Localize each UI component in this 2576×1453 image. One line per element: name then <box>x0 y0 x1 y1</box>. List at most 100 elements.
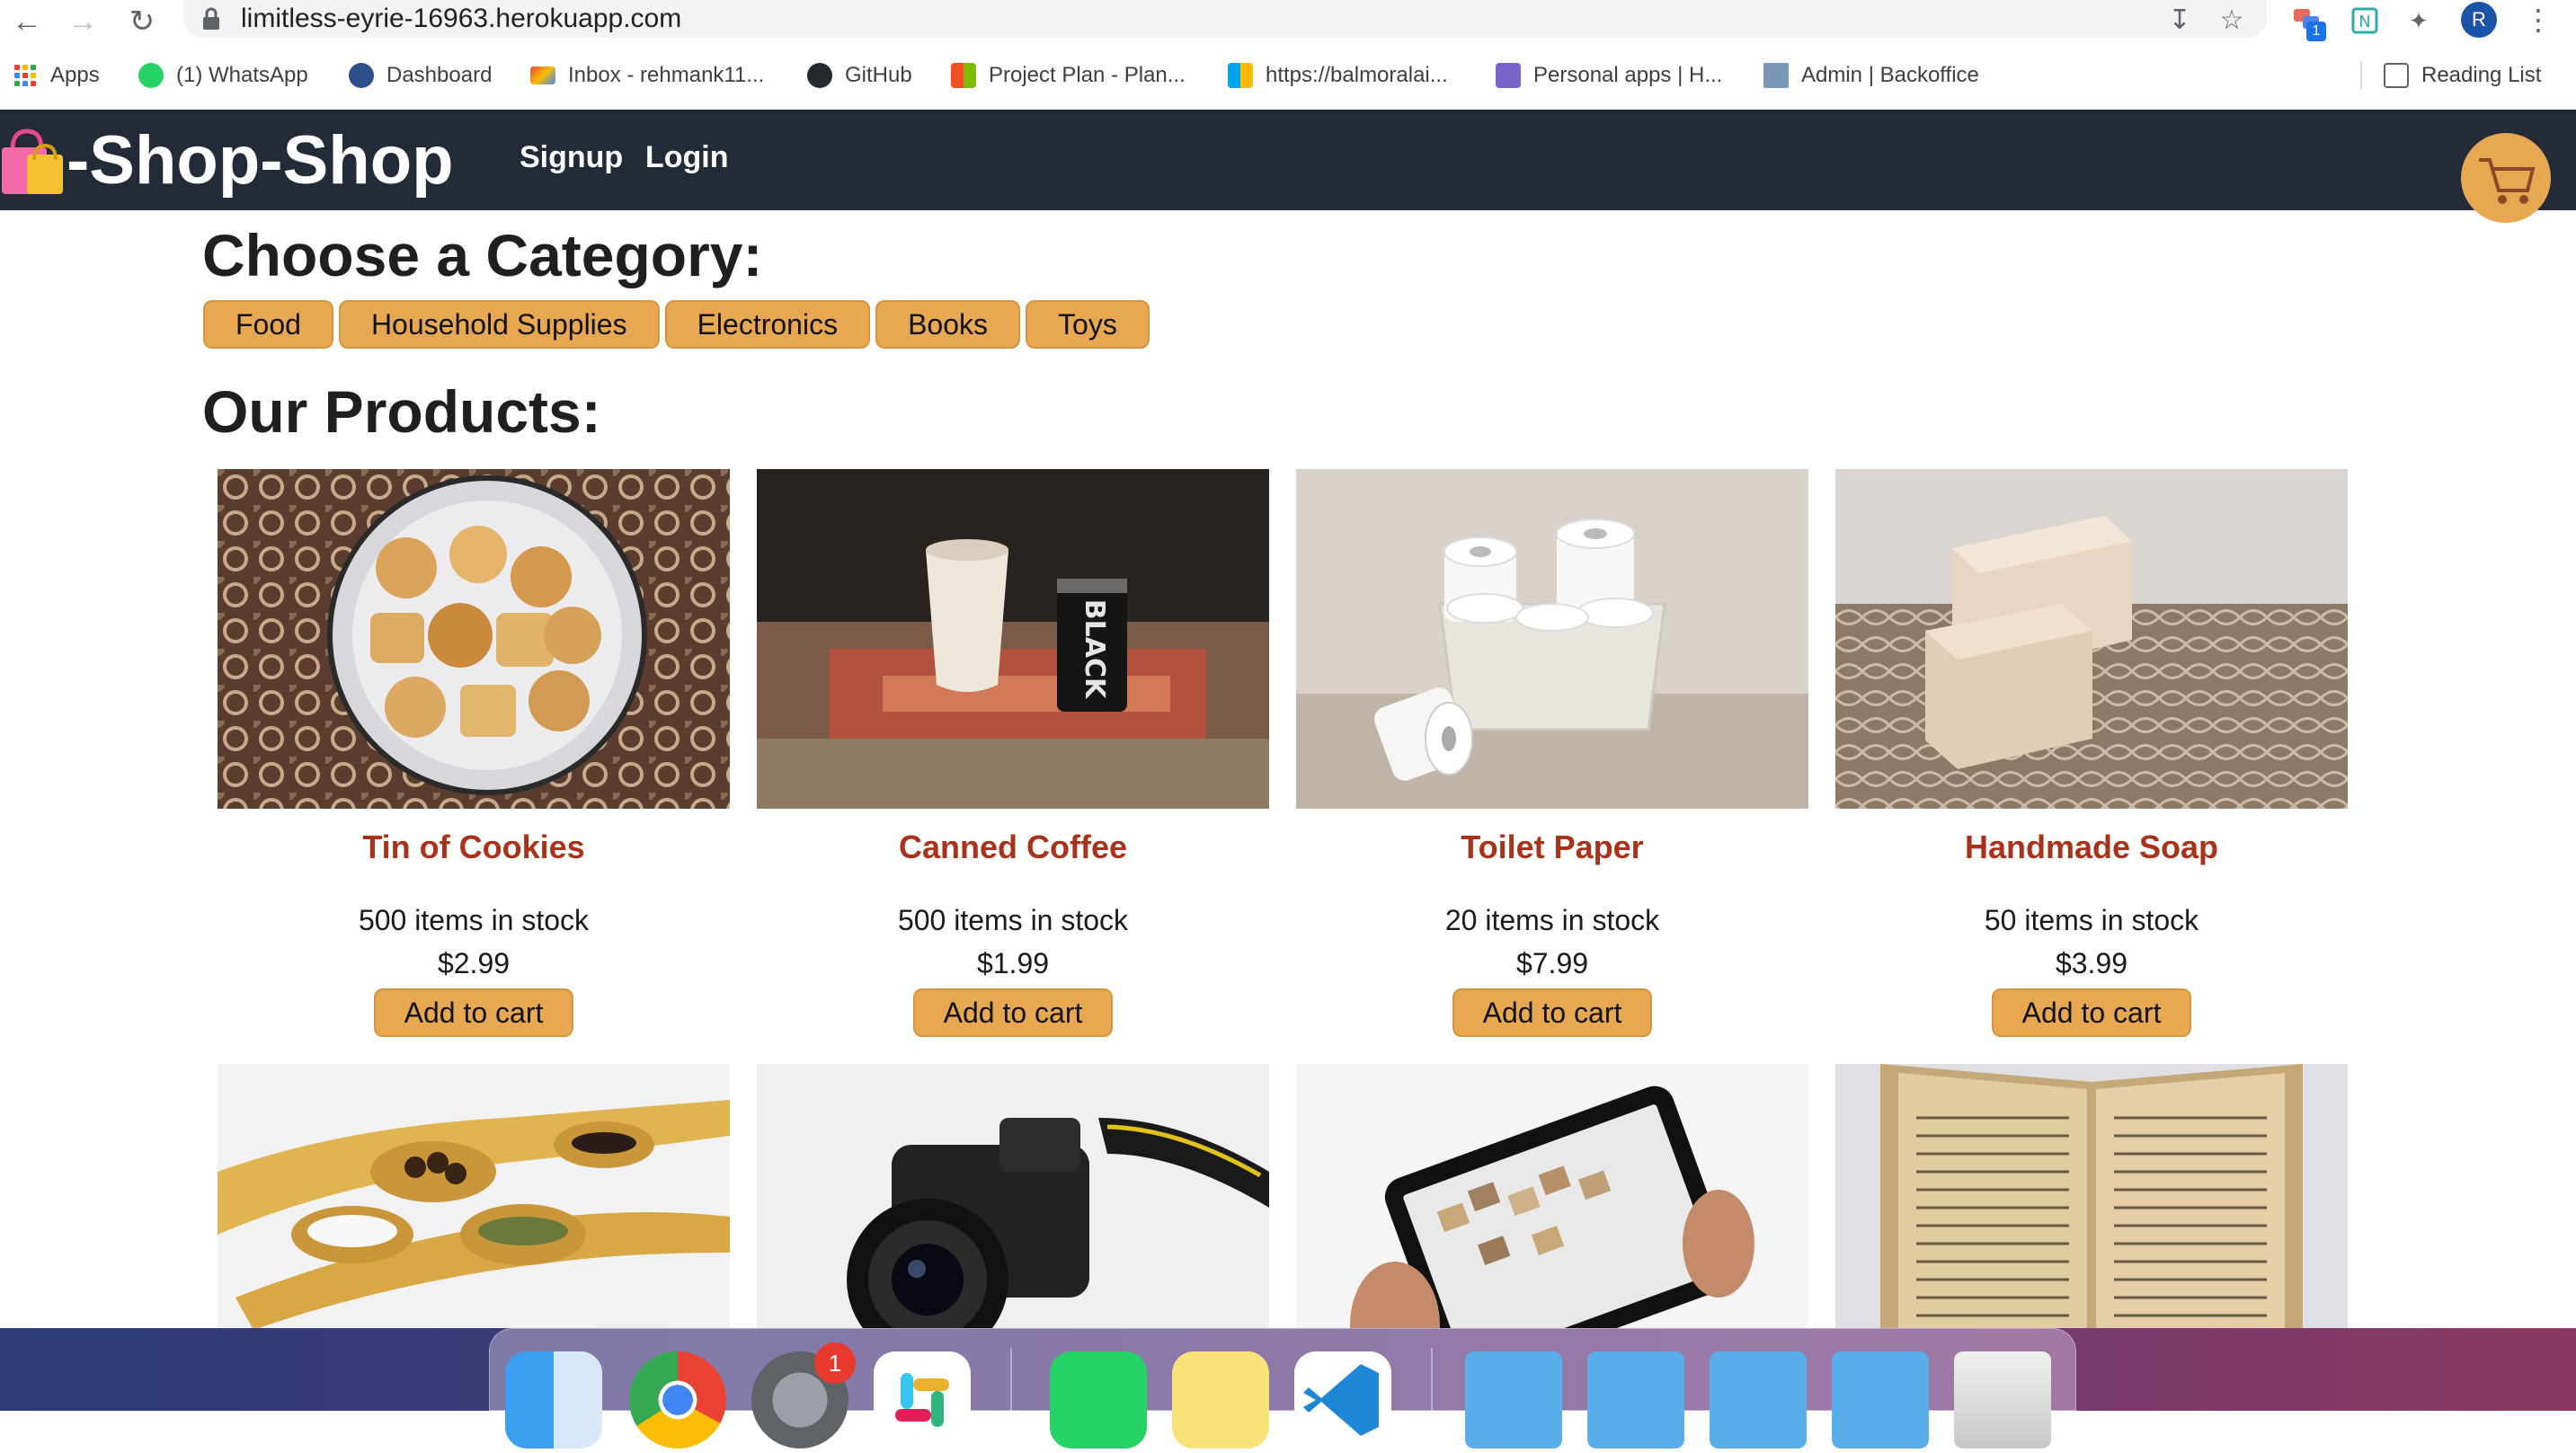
folder-icon[interactable] <box>1587 1351 1684 1449</box>
notification-badge: 1 <box>814 1342 856 1384</box>
browser-toolbar: ← → ↻ limitless-eyrie-16963.herokuapp.co… <box>0 0 2576 110</box>
bookmark-label: Admin | Backoffice <box>1801 63 1979 87</box>
reading-list-label: Reading List <box>2421 63 2542 87</box>
product-image[interactable] <box>757 1064 1269 1330</box>
cart-button[interactable] <box>2461 133 2551 223</box>
brand-title: -Shop-Shop <box>67 121 454 199</box>
extension-badge: 1 <box>2306 22 2326 41</box>
apps-grid-icon <box>13 63 38 88</box>
bookmark-project-plan[interactable]: Project Plan - Plan... <box>951 56 1186 95</box>
bookmark-gmail[interactable]: Inbox - rehmank11... <box>530 56 764 95</box>
product-image[interactable] <box>1296 1064 1808 1330</box>
bookmark-apps[interactable]: Apps <box>13 56 100 95</box>
product-name[interactable]: Canned Coffee <box>757 827 1269 868</box>
category-household-button[interactable]: Household Supplies <box>338 300 660 349</box>
brand-logo[interactable]: -Shop-Shop <box>0 120 454 199</box>
bookmark-label: https://balmoralai... <box>1266 63 1448 87</box>
bookmark-heroku[interactable]: Personal apps | H... <box>1496 56 1722 95</box>
bookmark-label: Dashboard <box>386 63 493 87</box>
product-card: Toilet Paper 20 items in stock $7.99 Add… <box>1296 469 1808 1037</box>
url-text: limitless-eyrie-16963.herokuapp.com <box>241 4 682 33</box>
folder-icon[interactable] <box>1465 1351 1562 1449</box>
bookmarks-divider <box>2360 61 2362 90</box>
product-name[interactable]: Handmade Soap <box>1835 827 2348 868</box>
product-card: Tin of Cookies 500 items in stock $2.99 … <box>218 469 730 1037</box>
profile-avatar[interactable]: R <box>2461 2 2497 38</box>
extensions-icon[interactable]: ✦ <box>2402 4 2436 38</box>
add-to-cart-button[interactable]: Add to cart <box>374 988 573 1037</box>
heroku-icon <box>1496 63 1521 88</box>
category-toys-button[interactable]: Toys <box>1026 300 1150 349</box>
reading-list[interactable]: Reading List <box>2384 56 2541 95</box>
microsoft-icon <box>1228 63 1253 88</box>
documents-folder-icon[interactable] <box>1710 1351 1807 1449</box>
product-stock: 50 items in stock <box>1984 904 2199 936</box>
cart-icon <box>2479 158 2536 204</box>
bookmark-label: (1) WhatsApp <box>176 63 308 87</box>
product-image[interactable]: BLACK <box>757 469 1269 809</box>
login-link[interactable]: Login <box>645 140 729 175</box>
back-icon[interactable]: ← <box>9 4 45 40</box>
product-price: $1.99 <box>976 947 1050 979</box>
reading-list-icon <box>2384 63 2409 88</box>
bookmark-label: Personal apps | H... <box>1533 63 1723 87</box>
slack-icon[interactable] <box>874 1351 971 1449</box>
category-electronics-button[interactable]: Electronics <box>664 300 871 349</box>
notes-icon[interactable] <box>1172 1351 1269 1449</box>
product-image[interactable] <box>1835 469 2348 809</box>
add-to-cart-button[interactable]: Add to cart <box>1452 988 1652 1037</box>
whatsapp-dock-icon[interactable] <box>1050 1351 1147 1449</box>
dock-separator <box>1010 1348 1012 1411</box>
bookmark-balmoral[interactable]: https://balmoralai... <box>1228 56 1448 95</box>
address-bar[interactable]: limitless-eyrie-16963.herokuapp.com ↧ ☆ <box>183 0 2267 38</box>
product-image[interactable] <box>218 469 730 809</box>
categories-heading: Choose a Category: <box>202 222 763 288</box>
bookmark-label: GitHub <box>845 63 912 87</box>
add-to-cart-button[interactable]: Add to cart <box>1992 988 2191 1037</box>
chrome-icon[interactable] <box>629 1351 726 1449</box>
product-image[interactable] <box>1835 1064 2348 1330</box>
bookmarks-bar: Apps (1) WhatsApp Dashboard Inbox - rehm… <box>0 56 2576 95</box>
svg-text:BLACK: BLACK <box>1079 599 1110 700</box>
install-icon[interactable]: ↧ <box>2164 5 2195 36</box>
whatsapp-icon <box>138 63 164 88</box>
notion-extension-icon[interactable]: N <box>2348 4 2382 38</box>
product-name[interactable]: Toilet Paper <box>1296 827 1808 868</box>
product-card: Handmade Soap 50 items in stock $3.99 Ad… <box>1835 469 2348 1037</box>
product-stock: 20 items in stock <box>1444 904 1660 936</box>
menu-icon[interactable]: ⋮ <box>2524 2 2553 38</box>
product-image[interactable] <box>218 1064 730 1330</box>
bookmark-admin[interactable]: Admin | Backoffice <box>1763 56 1979 95</box>
product-image[interactable] <box>1296 469 1808 809</box>
downloads-folder-icon[interactable] <box>1832 1351 1929 1449</box>
bookmark-label: Apps <box>50 63 100 87</box>
microsoft-icon <box>951 63 976 88</box>
vscode-icon[interactable] <box>1294 1351 1391 1449</box>
trash-icon[interactable] <box>1954 1351 2051 1449</box>
gmail-icon <box>530 66 555 84</box>
shopping-bag-icon <box>2 128 63 194</box>
dock-separator <box>1431 1348 1433 1411</box>
add-to-cart-button[interactable]: Add to cart <box>913 988 1113 1037</box>
product-stock: 500 items in stock <box>897 904 1129 936</box>
bookmark-github[interactable]: GitHub <box>807 56 912 95</box>
product-price: $7.99 <box>1515 947 1589 979</box>
finder-icon[interactable] <box>505 1351 602 1449</box>
lock-icon <box>203 7 219 30</box>
bookmark-label: Inbox - rehmank11... <box>568 63 765 87</box>
category-books-button[interactable]: Books <box>875 300 1021 349</box>
admin-icon <box>1763 63 1789 88</box>
dashboard-icon <box>349 63 374 88</box>
reload-icon[interactable]: ↻ <box>124 4 160 40</box>
product-card <box>757 1064 1269 1330</box>
signup-link[interactable]: Signup <box>520 140 623 175</box>
category-food-button[interactable]: Food <box>203 300 333 349</box>
product-card <box>1296 1064 1808 1330</box>
category-list: Food Household Supplies Electronics Book… <box>203 300 1150 349</box>
product-name[interactable]: Tin of Cookies <box>218 827 730 868</box>
forward-icon[interactable]: → <box>65 4 101 40</box>
star-icon[interactable]: ☆ <box>2216 5 2247 36</box>
bookmark-whatsapp[interactable]: (1) WhatsApp <box>138 56 308 95</box>
product-price: $3.99 <box>2055 947 2128 979</box>
bookmark-dashboard[interactable]: Dashboard <box>349 56 492 95</box>
